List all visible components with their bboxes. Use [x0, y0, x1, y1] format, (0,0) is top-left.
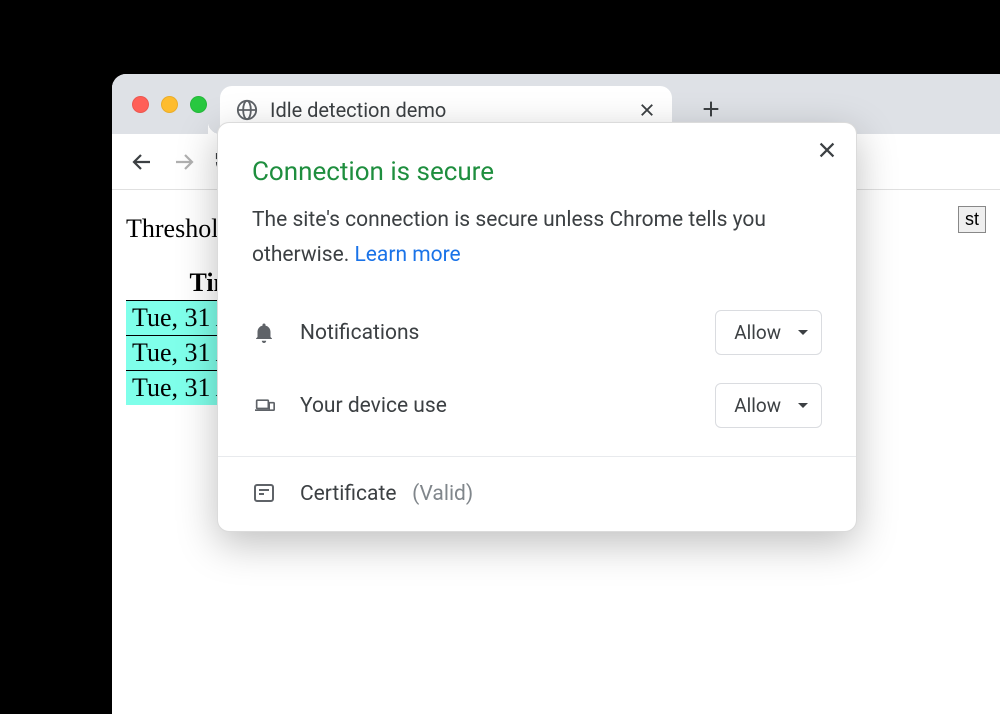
close-window-button[interactable] [132, 96, 149, 113]
certificate-row[interactable]: Certificate (Valid) [218, 457, 856, 531]
chevron-down-icon [797, 402, 809, 410]
chevron-down-icon [797, 329, 809, 337]
forward-button[interactable] [172, 150, 196, 174]
learn-more-link[interactable]: Learn more [354, 243, 460, 267]
globe-icon [236, 99, 258, 121]
certificate-text: Certificate (Valid) [300, 482, 473, 506]
site-info-popover: Connection is secure The site's connecti… [217, 122, 857, 532]
back-button[interactable] [130, 150, 154, 174]
permission-row-device-use: Your device use Allow [218, 369, 856, 442]
permission-label: Your device use [300, 394, 693, 418]
truncated-button[interactable]: st [958, 206, 986, 233]
certificate-icon [252, 481, 278, 507]
window-controls [132, 96, 207, 113]
popover-description: The site's connection is secure unless C… [218, 203, 856, 296]
device-use-select[interactable]: Allow [715, 383, 822, 428]
certificate-status: (Valid) [412, 482, 473, 506]
new-tab-button[interactable] [700, 98, 722, 120]
popover-title: Connection is secure [218, 123, 856, 203]
permission-row-notifications: Notifications Allow [218, 296, 856, 369]
close-popover-icon[interactable] [816, 139, 838, 161]
tab-title: Idle detection demo [270, 98, 626, 122]
permission-label: Notifications [300, 321, 693, 345]
minimize-window-button[interactable] [161, 96, 178, 113]
bell-icon [252, 320, 278, 346]
notifications-select[interactable]: Allow [715, 310, 822, 355]
devices-icon [252, 393, 278, 419]
close-tab-icon[interactable] [638, 101, 656, 119]
fullscreen-window-button[interactable] [190, 96, 207, 113]
